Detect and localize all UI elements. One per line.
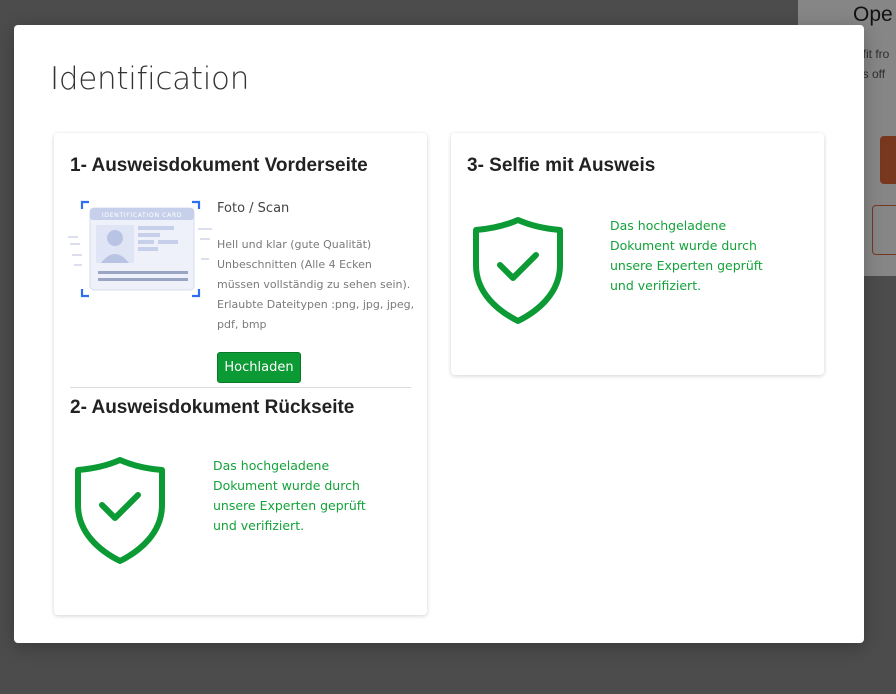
selfie-card: 3- Selfie mit Ausweis Das hochgeladene D… (451, 133, 824, 375)
back-section-title: 2- Ausweisdokument Rückseite (70, 397, 355, 418)
section-divider (70, 387, 411, 388)
instruction-heading: Foto / Scan (217, 201, 290, 216)
shield-check-icon (473, 217, 563, 324)
upload-button[interactable]: Hochladen (217, 352, 301, 383)
front-section-title: 1- Ausweisdokument Vorderseite (70, 155, 368, 176)
identification-modal: Identification 1- Ausweisdokument Vorder… (14, 25, 864, 643)
selfie-section-title: 3- Selfie mit Ausweis (467, 155, 656, 176)
back-verified-status: Das hochgeladene Dokument wurde durch un… (213, 458, 366, 533)
document-card: 1- Ausweisdokument Vorderseite IDENTIFIC… (54, 133, 427, 615)
selfie-verified-status: Das hochgeladene Dokument wurde durch un… (610, 218, 763, 293)
id-card-scan-icon: IDENTIFICATION CARD (68, 200, 212, 298)
instruction-text: Hell und klar (gute Qualität) Unbeschnit… (217, 238, 415, 331)
svg-text:IDENTIFICATION CARD: IDENTIFICATION CARD (102, 212, 182, 219)
shield-check-icon (75, 457, 165, 564)
modal-title: Identification (50, 61, 250, 97)
